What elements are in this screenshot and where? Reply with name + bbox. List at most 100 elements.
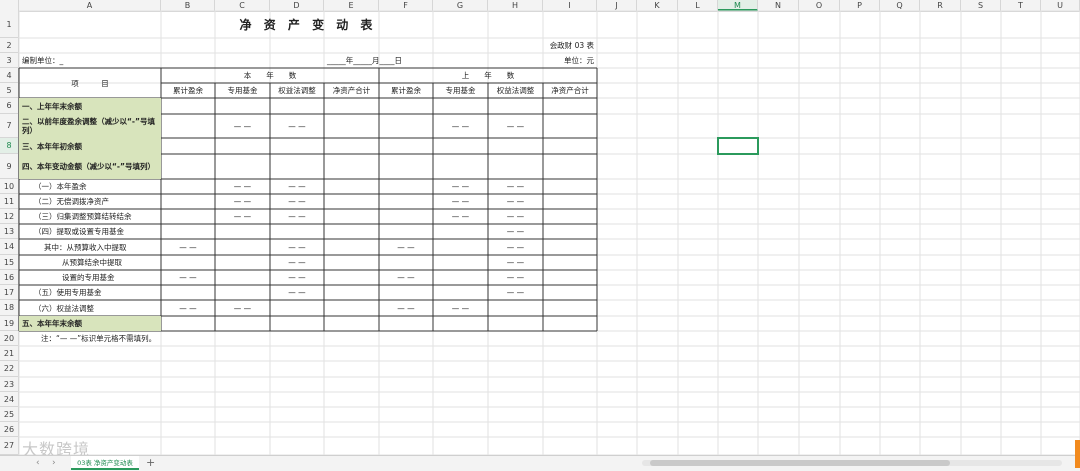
dash-cell[interactable]: — —	[215, 194, 270, 209]
column-header-T[interactable]: T	[1001, 0, 1041, 11]
add-sheet-button[interactable]: +	[146, 456, 155, 470]
this-year-header[interactable]: 本 年 数	[161, 68, 379, 83]
column-header-A[interactable]: A	[19, 0, 161, 11]
column-header-O[interactable]: O	[799, 0, 840, 11]
item-label-row-14[interactable]: 其中：从预算收入中提取	[19, 239, 161, 255]
row-header-12[interactable]: 12	[0, 209, 19, 224]
date-text[interactable]: _____年_____月____日	[324, 53, 488, 68]
dash-cell[interactable]: — —	[488, 239, 543, 255]
row-header-16[interactable]: 16	[0, 270, 19, 285]
row-header-9[interactable]: 9	[0, 154, 19, 179]
footnote[interactable]: 注：“— —”标识单元格不需填列。	[19, 331, 597, 346]
column-header-H[interactable]: H	[488, 0, 543, 11]
row-header-17[interactable]: 17	[0, 285, 19, 300]
row-header-1[interactable]: 1	[0, 11, 19, 38]
item-label-row-6[interactable]: 一、上年年末余额	[19, 98, 161, 114]
row-header-15[interactable]: 15	[0, 255, 19, 270]
dash-cell[interactable]: — —	[270, 270, 324, 285]
row-header-19[interactable]: 19	[0, 316, 19, 331]
item-label-row-16[interactable]: 设置的专用基金	[19, 270, 161, 285]
column-header-J[interactable]: J	[597, 0, 637, 11]
row-header-8[interactable]: 8	[0, 138, 19, 154]
vertical-scroll-indicator[interactable]	[1075, 440, 1080, 468]
dash-cell[interactable]: — —	[488, 255, 543, 270]
dash-cell[interactable]: — —	[488, 224, 543, 239]
item-label-row-9[interactable]: 四、本年变动金额（减少以“-”号填列）	[19, 154, 161, 179]
dash-cell[interactable]: — —	[488, 194, 543, 209]
subcol-header[interactable]: 专用基金	[433, 83, 488, 98]
row-header-3[interactable]: 3	[0, 53, 19, 68]
dash-cell[interactable]: — —	[433, 300, 488, 316]
sheet-tab-active[interactable]: 03表 净资产变动表	[71, 456, 139, 470]
form-code[interactable]: 会政财 03 表	[19, 38, 597, 53]
dash-cell[interactable]: — —	[161, 270, 215, 285]
row-header-7[interactable]: 7	[0, 114, 19, 138]
item-label-row-12[interactable]: （三）归集调整预算结转结余	[19, 209, 161, 224]
column-header-B[interactable]: B	[161, 0, 215, 11]
dash-cell[interactable]: — —	[379, 239, 433, 255]
subcol-header[interactable]: 净资产合计	[543, 83, 597, 98]
dash-cell[interactable]: — —	[270, 285, 324, 300]
entity-label[interactable]: 编制单位：_	[19, 53, 324, 68]
dash-cell[interactable]: — —	[433, 194, 488, 209]
row-header-27[interactable]: 27	[0, 437, 19, 455]
dash-cell[interactable]: — —	[379, 300, 433, 316]
row-header-23[interactable]: 23	[0, 377, 19, 392]
subcol-header[interactable]: 权益法调整	[270, 83, 324, 98]
row-header-2[interactable]: 2	[0, 38, 19, 53]
row-header-10[interactable]: 10	[0, 179, 19, 194]
row-header-11[interactable]: 11	[0, 194, 19, 209]
dash-cell[interactable]: — —	[488, 270, 543, 285]
dash-cell[interactable]: — —	[270, 194, 324, 209]
column-header-F[interactable]: F	[379, 0, 433, 11]
row-header-6[interactable]: 6	[0, 98, 19, 114]
column-header-D[interactable]: D	[270, 0, 324, 11]
dash-cell[interactable]: — —	[215, 209, 270, 224]
subcol-header[interactable]: 专用基金	[215, 83, 270, 98]
dash-cell[interactable]: — —	[433, 179, 488, 194]
item-label-row-8[interactable]: 三、本年年初余额	[19, 138, 161, 154]
item-label-row-19[interactable]: 五、本年年末余额	[19, 316, 161, 331]
horizontal-scrollbar[interactable]	[642, 460, 1062, 466]
dash-cell[interactable]: — —	[379, 270, 433, 285]
dash-cell[interactable]: — —	[433, 209, 488, 224]
item-label-row-13[interactable]: （四）提取或设置专用基金	[19, 224, 161, 239]
dash-cell[interactable]: — —	[161, 239, 215, 255]
dash-cell[interactable]: — —	[270, 179, 324, 194]
row-header-20[interactable]: 20	[0, 331, 19, 346]
row-header-18[interactable]: 18	[0, 300, 19, 316]
column-header-E[interactable]: E	[324, 0, 379, 11]
row-header-4[interactable]: 4	[0, 68, 19, 83]
column-header-M[interactable]: M	[718, 0, 758, 11]
column-header-C[interactable]: C	[215, 0, 270, 11]
dash-cell[interactable]: — —	[488, 285, 543, 300]
sheet-title[interactable]: 净 资 产 变 动 表	[19, 11, 597, 38]
item-label-row-15[interactable]: 从预算结余中提取	[19, 255, 161, 270]
row-header-14[interactable]: 14	[0, 239, 19, 255]
column-header-R[interactable]: R	[920, 0, 961, 11]
column-header-S[interactable]: S	[961, 0, 1001, 11]
column-header-Q[interactable]: Q	[880, 0, 920, 11]
item-label-row-11[interactable]: （二）无偿调拨净资产	[19, 194, 161, 209]
row-header-21[interactable]: 21	[0, 346, 19, 361]
row-header-25[interactable]: 25	[0, 407, 19, 422]
dash-cell[interactable]: — —	[270, 114, 324, 138]
column-header-N[interactable]: N	[758, 0, 799, 11]
subcol-header[interactable]: 累计盈余	[161, 83, 215, 98]
dash-cell[interactable]: — —	[488, 114, 543, 138]
column-header-I[interactable]: I	[543, 0, 597, 11]
dash-cell[interactable]: — —	[215, 300, 270, 316]
dash-cell[interactable]: — —	[270, 255, 324, 270]
dash-cell[interactable]: — —	[161, 300, 215, 316]
tab-nav-prev-button[interactable]: ‹	[36, 458, 40, 468]
select-all-corner[interactable]	[0, 0, 19, 11]
dash-cell[interactable]: — —	[270, 239, 324, 255]
dash-cell[interactable]: — —	[488, 209, 543, 224]
item-label-row-18[interactable]: （六）权益法调整	[19, 300, 161, 316]
column-header-K[interactable]: K	[637, 0, 678, 11]
unit-label[interactable]: 单位：元	[488, 53, 597, 68]
subcol-header[interactable]: 净资产合计	[324, 83, 379, 98]
selected-cell-M8[interactable]	[717, 137, 759, 155]
row-header-22[interactable]: 22	[0, 361, 19, 377]
item-label-row-7[interactable]: 二、以前年度盈余调整（减少以“-”号填列）	[19, 114, 161, 138]
